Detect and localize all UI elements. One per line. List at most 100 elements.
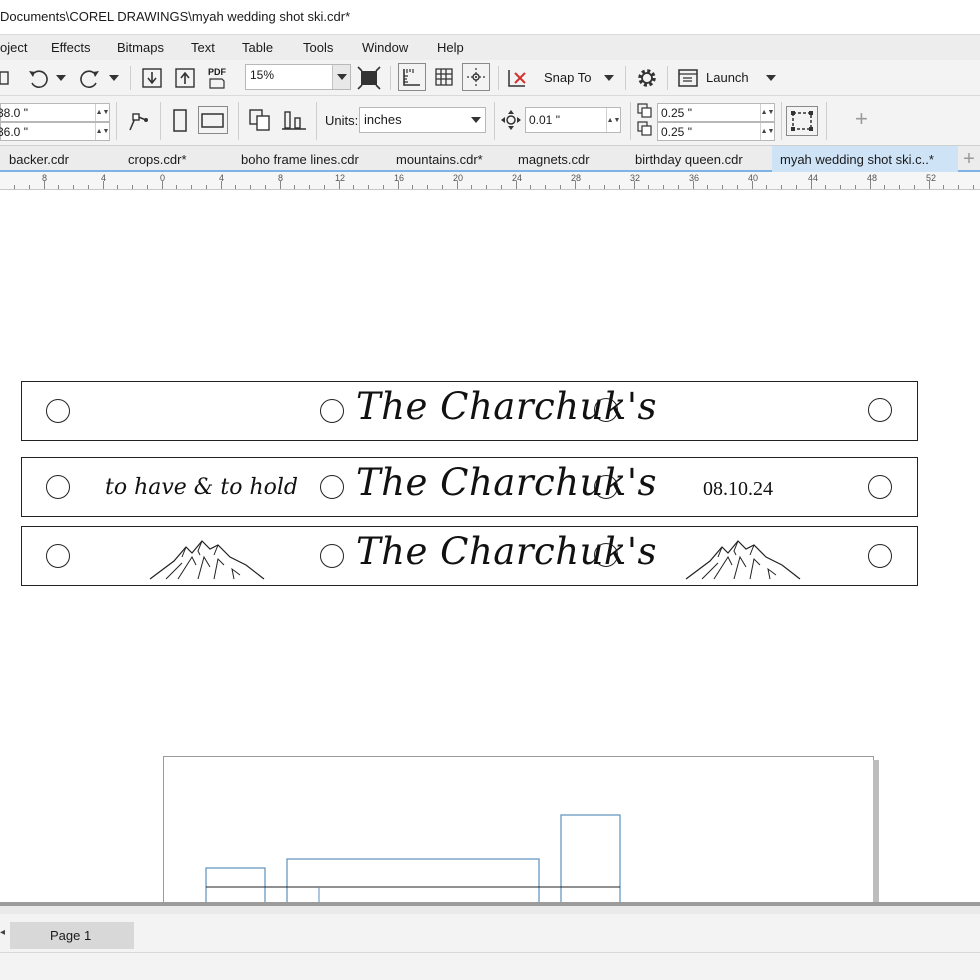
strip-hole[interactable] [320, 399, 344, 423]
full-screen-preview-icon[interactable] [357, 66, 381, 90]
current-page-icon[interactable] [280, 106, 308, 134]
ruler-tick [722, 185, 723, 189]
document-page[interactable] [163, 756, 874, 902]
import-icon[interactable] [140, 66, 164, 90]
menu-table[interactable]: Table [242, 40, 273, 55]
open-icon[interactable] [0, 68, 10, 88]
units-select[interactable]: inches [359, 107, 486, 133]
nudge-distance-field[interactable]: 0.01 " ▲▼ [525, 107, 621, 133]
tab-crops[interactable]: crops.cdr* [117, 146, 230, 172]
mountain-graphic[interactable] [684, 535, 802, 581]
couple-name-text[interactable]: The Charchuk's [356, 461, 657, 504]
page-outline-objects[interactable] [164, 757, 875, 902]
duplicate-x-spinner-icon[interactable]: ▲▼ [760, 104, 774, 121]
separator [498, 66, 499, 90]
ruler-label: 52 [926, 173, 937, 183]
strip-hole[interactable] [46, 399, 70, 423]
tab-backer[interactable]: backer.cdr [0, 146, 117, 172]
treat-as-filled-icon[interactable] [786, 106, 818, 136]
launch-dropdown-icon[interactable] [764, 70, 778, 86]
drawing-canvas[interactable]: The Charchuk's to have & to hold The Cha… [0, 190, 980, 902]
ruler-tick [530, 185, 532, 189]
menu-tools[interactable]: Tools [303, 40, 333, 55]
previous-page-arrow-icon[interactable]: ◂ [0, 927, 5, 938]
horizontal-scrollbar[interactable] [0, 902, 980, 914]
shot-ski-strip-1[interactable]: The Charchuk's [21, 381, 918, 441]
landscape-orientation-icon[interactable] [198, 106, 228, 134]
duplicate-distance-x-field[interactable]: 0.25 " ▲▼ [657, 103, 775, 122]
menu-help[interactable]: Help [437, 40, 464, 55]
ruler-tick [235, 185, 237, 189]
width-spinner-icon[interactable]: ▲▼ [95, 104, 109, 121]
launch-icon[interactable] [676, 66, 700, 90]
ruler-tick [943, 185, 945, 189]
separator [390, 66, 391, 90]
strip-hole[interactable] [320, 544, 344, 568]
horizontal-ruler[interactable]: 8 4 0 4 8 12 16 20 24 28 32 36 40 44 48 … [0, 172, 980, 190]
tab-magnets[interactable]: magnets.cdr [507, 146, 625, 172]
show-grid-icon[interactable] [430, 63, 458, 91]
node-tool-icon[interactable] [124, 108, 152, 136]
publish-pdf-icon[interactable]: PDF [205, 65, 229, 91]
tab-myah-wedding-shot-ski[interactable]: myah wedding shot ski.c..* [772, 146, 958, 172]
object-height-field[interactable]: 36.0 " ▲▼ [0, 122, 110, 141]
height-spinner-icon[interactable]: ▲▼ [95, 123, 109, 140]
strip-hole[interactable] [868, 544, 892, 568]
all-pages-icon[interactable] [246, 106, 274, 134]
tab-birthday-queen[interactable]: birthday queen.cdr [625, 146, 772, 172]
menu-text[interactable]: Text [191, 40, 215, 55]
launch-label[interactable]: Launch [706, 70, 749, 85]
nudge-spinner-icon[interactable]: ▲▼ [606, 108, 620, 132]
mountain-graphic[interactable] [148, 535, 266, 581]
shot-ski-strip-3[interactable]: The Charchuk's [21, 526, 918, 586]
ruler-tick [294, 185, 296, 189]
units-dropdown-icon[interactable] [467, 108, 485, 132]
strip-hole[interactable] [868, 398, 892, 422]
undo-icon[interactable] [26, 66, 50, 90]
nudge-distance-value: 0.01 " [529, 113, 560, 127]
tab-boho-frame-lines[interactable]: boho frame lines.cdr [230, 146, 386, 172]
object-width-field[interactable]: 38.0 " ▲▼ [0, 103, 110, 122]
snap-to-dropdown-icon[interactable] [602, 70, 616, 86]
snap-to-label[interactable]: Snap To [544, 70, 591, 85]
menu-object[interactable]: oject [0, 40, 27, 55]
shot-ski-strip-2[interactable]: to have & to hold The Charchuk's 08.10.2… [21, 457, 918, 517]
ruler-tick [958, 185, 959, 189]
redo-dropdown-icon[interactable] [108, 70, 120, 86]
duplicate-y-spinner-icon[interactable]: ▲▼ [760, 123, 774, 140]
ruler-tick [397, 181, 399, 189]
undo-dropdown-icon[interactable] [55, 70, 67, 86]
menu-effects[interactable]: Effects [51, 40, 91, 55]
export-icon[interactable] [173, 66, 197, 90]
options-gear-icon[interactable] [634, 65, 660, 91]
zoom-combo[interactable]: 15% [245, 64, 351, 90]
strip-hole[interactable] [46, 475, 70, 499]
redo-icon[interactable] [78, 66, 102, 90]
snap-off-icon[interactable] [505, 65, 531, 91]
new-tab-plus-icon[interactable]: + [958, 146, 980, 172]
separator [494, 102, 495, 140]
ruler-label: 24 [512, 173, 523, 183]
tab-mountains[interactable]: mountains.cdr* [386, 146, 507, 172]
pdf-label: PDF [208, 67, 226, 77]
show-rulers-icon[interactable] [398, 63, 426, 91]
couple-name-text[interactable]: The Charchuk's [356, 385, 657, 428]
strip-hole[interactable] [320, 475, 344, 499]
zoom-value: 15% [250, 68, 275, 82]
strip-hole[interactable] [46, 544, 70, 568]
duplicate-y-icon [637, 121, 655, 139]
menu-window[interactable]: Window [362, 40, 408, 55]
strip-hole[interactable] [868, 475, 892, 499]
ruler-label: 48 [867, 173, 878, 183]
zoom-dropdown-icon[interactable] [332, 65, 350, 89]
motto-text[interactable]: to have & to hold [105, 475, 298, 500]
menu-bitmaps[interactable]: Bitmaps [117, 40, 164, 55]
portrait-orientation-icon[interactable] [168, 108, 192, 134]
duplicate-distance-y-field[interactable]: 0.25 " ▲▼ [657, 122, 775, 141]
page-tab-1[interactable]: Page 1 [10, 922, 134, 949]
add-preset-button[interactable]: + [855, 106, 868, 132]
page-tab-label: Page 1 [50, 928, 92, 943]
wedding-date-text[interactable]: 08.10.24 [703, 478, 773, 501]
show-guidelines-icon[interactable] [462, 63, 490, 91]
couple-name-text[interactable]: The Charchuk's [356, 530, 657, 573]
